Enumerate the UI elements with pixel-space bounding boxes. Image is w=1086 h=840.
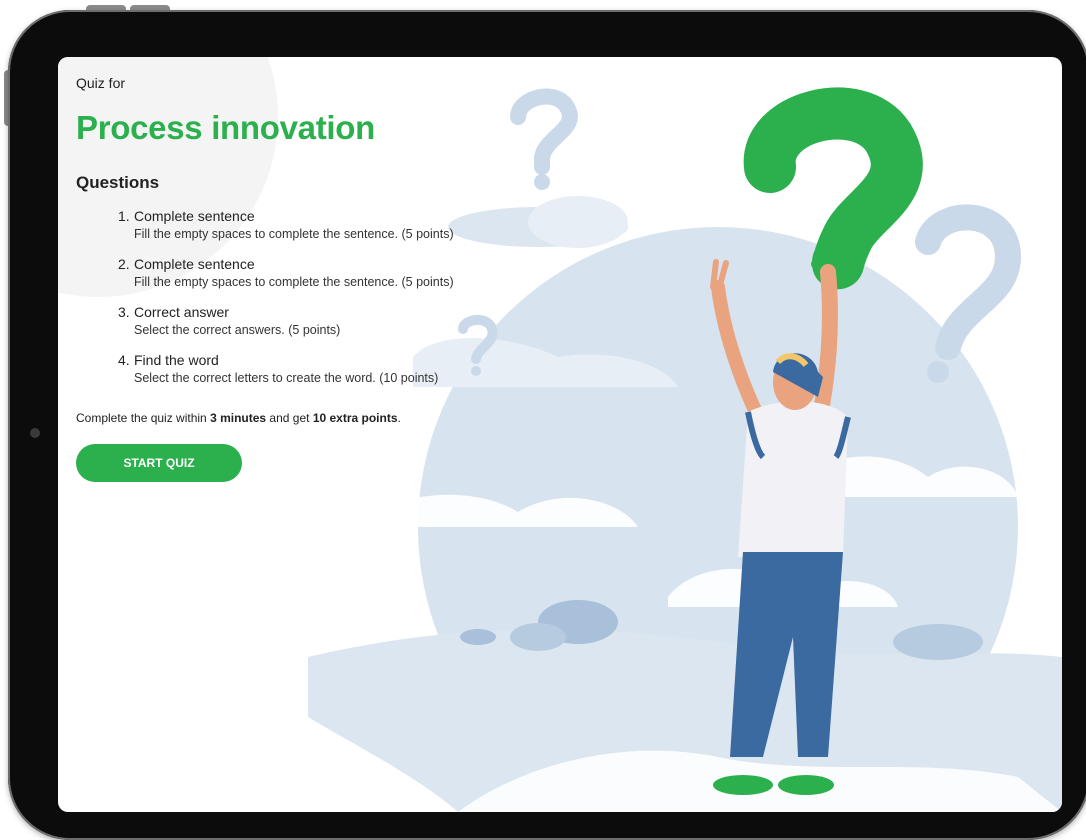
question-number: 4. [118, 352, 130, 368]
time-bonus-note: Complete the quiz within 3 minutes and g… [76, 411, 556, 425]
quiz-intro: Quiz for Process innovation Questions 1.… [76, 75, 556, 482]
quiz-screen: Quiz for Process innovation Questions 1.… [58, 57, 1062, 812]
time-bonus-suffix: . [397, 411, 401, 425]
rock [893, 624, 983, 660]
question-item: 3. Correct answer Select the correct answ… [118, 303, 556, 339]
question-description: Fill the empty spaces to complete the se… [134, 227, 454, 241]
bonus-points: 10 extra points [312, 411, 398, 425]
rock [510, 623, 566, 651]
time-limit: 3 minutes [210, 411, 267, 425]
question-number: 1. [118, 208, 130, 224]
question-title-text: Complete sentence [134, 256, 255, 272]
quiz-title: Process innovation [76, 109, 376, 146]
rock [460, 629, 496, 645]
quiz-kicker: Quiz for [76, 75, 126, 91]
question-list: 1. Complete sentence Fill the empty space… [76, 207, 556, 387]
tablet-frame: Quiz for Process innovation Questions 1.… [8, 10, 1086, 840]
question-title: 1. Complete sentence [118, 207, 556, 225]
question-description: Fill the empty spaces to complete the se… [134, 275, 454, 289]
question-item: 2. Complete sentence Fill the empty space… [118, 255, 556, 291]
question-title: 4. Find the word [118, 351, 556, 369]
time-bonus-middle: and get [266, 411, 313, 425]
question-title: 2. Complete sentence [118, 255, 556, 273]
question-item: 1. Complete sentence Fill the empty space… [118, 207, 556, 243]
question-title-text: Complete sentence [134, 208, 255, 224]
start-quiz-button[interactable]: START QUIZ [76, 444, 242, 482]
question-title-text: Find the word [134, 352, 219, 368]
questions-heading: Questions [76, 173, 160, 192]
question-number: 2. [118, 256, 130, 272]
question-number: 3. [118, 304, 130, 320]
question-item: 4. Find the word Select the correct lette… [118, 351, 556, 387]
question-description: Select the correct letters to create the… [134, 371, 439, 385]
question-title-text: Correct answer [134, 304, 229, 320]
front-camera [30, 428, 40, 438]
question-title: 3. Correct answer [118, 303, 556, 321]
time-bonus-prefix: Complete the quiz within [76, 411, 211, 425]
question-description: Select the correct answers. (5 points) [134, 323, 341, 337]
